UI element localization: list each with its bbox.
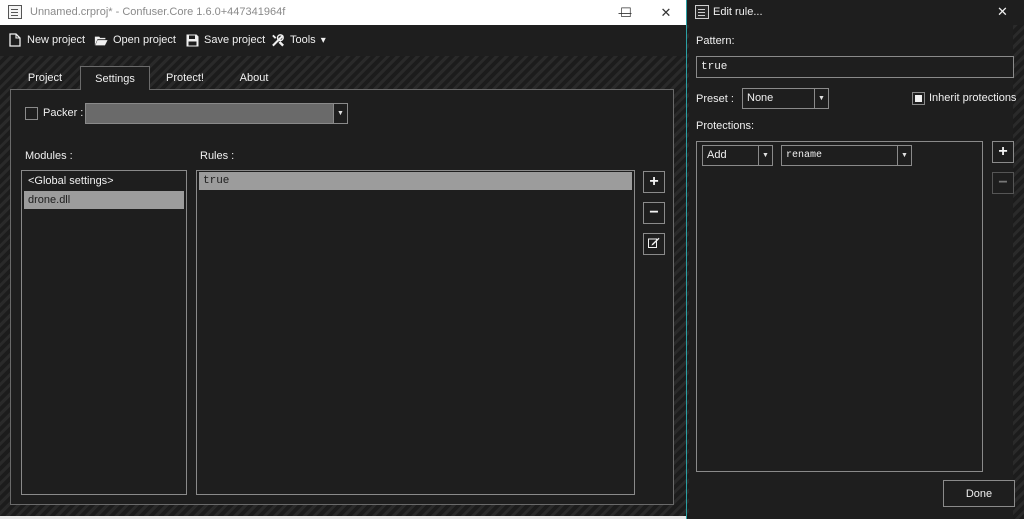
packer-label: Packer : (43, 107, 84, 119)
packer-select[interactable]: ▼ (85, 103, 348, 124)
new-file-icon (8, 33, 22, 47)
open-project-button[interactable]: Open project (94, 31, 176, 49)
chevron-down-icon: ▼ (814, 89, 828, 108)
remove-rule-button[interactable]: − (643, 202, 665, 224)
protection-action-select[interactable]: Add ▼ (702, 145, 773, 166)
tab-protect[interactable]: Protect! (154, 67, 216, 89)
inherit-protections-checkbox[interactable] (912, 92, 925, 105)
chevron-down-icon: ▼ (333, 104, 347, 123)
tools-icon (271, 33, 285, 47)
protection-name-value: rename (786, 150, 823, 161)
preset-label: Preset : (696, 93, 734, 105)
edit-rule-dialog: Edit rule... ✕ Pattern: true Preset : No… (686, 0, 1024, 519)
pattern-label: Pattern: (696, 35, 735, 47)
protections-label: Protections: (696, 120, 755, 132)
add-protection-button[interactable]: + (992, 141, 1014, 163)
chevron-down-icon: ▼ (758, 146, 772, 165)
edit-icon (648, 235, 660, 253)
checkbox-checked-icon (915, 95, 922, 102)
edit-rule-button[interactable] (643, 233, 665, 255)
rule-item-true[interactable]: true (199, 172, 632, 190)
done-button[interactable]: Done (943, 480, 1015, 507)
rules-label: Rules : (200, 150, 235, 162)
module-item-drone-dll[interactable]: drone.dll (24, 191, 184, 209)
close-button[interactable]: ✕ (643, 0, 689, 25)
module-item-global-settings[interactable]: <Global settings> (24, 172, 184, 190)
dialog-titlebar: Edit rule... ✕ (687, 0, 1024, 25)
protection-name-select[interactable]: rename ▼ (781, 145, 912, 166)
dialog-title: Edit rule... (713, 6, 763, 18)
save-disk-icon (185, 33, 199, 47)
main-window: Unnamed.crproj* - Confuser.Core 1.6.0+44… (0, 0, 686, 516)
inherit-protections-label: Inherit protections (929, 92, 1017, 104)
main-titlebar: Unnamed.crproj* - Confuser.Core 1.6.0+44… (0, 0, 686, 25)
app-icon (8, 5, 22, 19)
add-rule-button[interactable]: + (643, 171, 665, 193)
protection-action-value: Add (707, 149, 727, 161)
save-project-button[interactable]: Save project (185, 31, 265, 49)
toolbar: New project Open project Save project To… (0, 25, 686, 55)
open-folder-icon (94, 33, 108, 47)
remove-protection-button[interactable]: − (992, 172, 1014, 194)
modules-label: Modules : (25, 150, 73, 162)
open-project-label: Open project (113, 34, 176, 46)
tab-project[interactable]: Project (14, 67, 76, 89)
preset-select[interactable]: None ▼ (742, 88, 829, 109)
tools-dropdown-icon: ▾ (320, 34, 326, 46)
preset-value: None (747, 92, 774, 104)
save-project-label: Save project (204, 34, 266, 46)
pattern-input[interactable]: true (696, 56, 1014, 78)
chevron-down-icon: ▼ (897, 146, 911, 165)
tools-menu-button[interactable]: Tools ▾ (271, 31, 326, 49)
new-project-label: New project (27, 34, 86, 46)
packer-checkbox[interactable] (25, 107, 38, 120)
window-title: Unnamed.crproj* - Confuser.Core 1.6.0+44… (30, 6, 286, 18)
dialog-app-icon (695, 5, 709, 19)
tools-label: Tools (290, 34, 316, 46)
rules-list[interactable]: true (196, 170, 635, 495)
dialog-close-button[interactable]: ✕ (997, 4, 1008, 20)
tab-settings[interactable]: Settings (80, 66, 150, 90)
tab-about[interactable]: About (222, 67, 286, 89)
protections-list[interactable] (696, 141, 983, 472)
new-project-button[interactable]: New project (8, 31, 85, 49)
modules-list[interactable]: <Global settings> drone.dll (21, 170, 187, 495)
